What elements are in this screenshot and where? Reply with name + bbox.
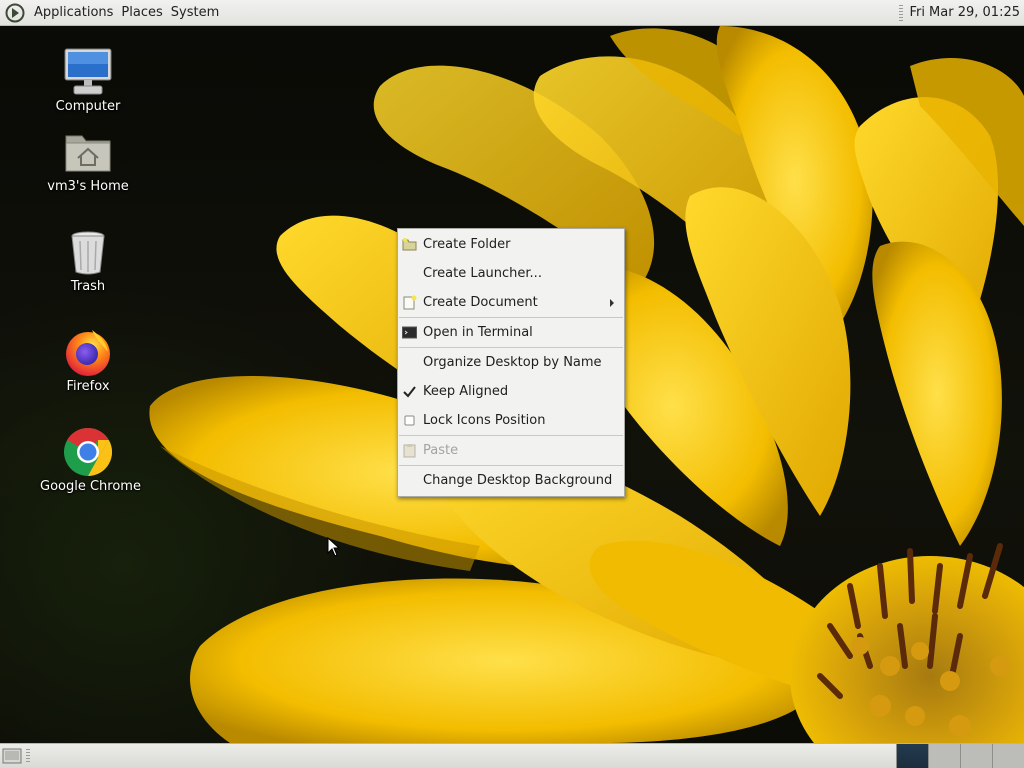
desktop-icon-google-chrome[interactable]: Google Chrome xyxy=(40,426,141,494)
trash-icon xyxy=(62,226,114,278)
menu-item-paste[interactable]: Paste xyxy=(398,436,624,465)
desktop-context-menu: Create Folder Create Launcher... Create … xyxy=(397,228,625,497)
menu-item-label: Create Document xyxy=(423,295,538,310)
menu-item-label: Change Desktop Background xyxy=(423,473,613,488)
workspace-2[interactable] xyxy=(928,744,960,768)
desktop-icon-computer[interactable]: Computer xyxy=(40,46,136,114)
document-new-icon xyxy=(403,295,417,310)
desktop-icon-trash[interactable]: Trash xyxy=(40,226,136,294)
applications-menu[interactable]: Applications xyxy=(30,5,117,20)
menu-item-label: Keep Aligned xyxy=(423,384,509,399)
mouse-cursor-icon xyxy=(327,537,341,557)
top-panel: Applications Places System Fri Mar 29, 0… xyxy=(0,0,1024,26)
workspace-3[interactable] xyxy=(960,744,992,768)
desktop-icon-firefox[interactable]: Firefox xyxy=(40,326,136,394)
desktop-icon-label: vm3's Home xyxy=(47,179,129,194)
desktop-icon-label: Google Chrome xyxy=(40,479,141,494)
menu-item-keep-aligned[interactable]: Keep Aligned xyxy=(398,377,624,406)
workspace-1[interactable] xyxy=(896,744,928,768)
menu-item-create-launcher[interactable]: Create Launcher... xyxy=(398,259,624,288)
chrome-icon xyxy=(62,426,114,478)
system-menu[interactable]: System xyxy=(167,5,223,20)
menu-item-open-in-terminal[interactable]: Open in Terminal xyxy=(398,318,624,347)
menu-item-label: Open in Terminal xyxy=(423,325,533,340)
menu-item-label: Lock Icons Position xyxy=(423,413,546,428)
paste-icon xyxy=(403,444,416,458)
submenu-arrow-icon xyxy=(610,299,614,307)
panel-drag-handle[interactable] xyxy=(26,749,30,763)
menu-item-label: Create Folder xyxy=(423,237,511,252)
workspace-switcher xyxy=(896,744,1024,768)
menu-item-lock-icons-position[interactable]: Lock Icons Position xyxy=(398,406,624,435)
places-menu[interactable]: Places xyxy=(117,5,166,20)
menu-item-label: Organize Desktop by Name xyxy=(423,355,602,370)
firefox-icon xyxy=(62,326,114,378)
menu-item-change-desktop-background[interactable]: Change Desktop Background xyxy=(398,466,624,495)
panel-drag-handle[interactable] xyxy=(899,4,904,21)
show-desktop-icon[interactable] xyxy=(2,747,22,765)
home-folder-icon xyxy=(62,126,114,178)
desktop-icon-label: Trash xyxy=(70,279,106,294)
computer-icon xyxy=(62,46,114,98)
clock[interactable]: Fri Mar 29, 01:25 xyxy=(909,5,1024,20)
checkbox-icon xyxy=(404,415,415,426)
desktop-icon-home[interactable]: vm3's Home xyxy=(40,126,136,194)
checkmark-icon xyxy=(403,386,416,398)
menu-item-label: Paste xyxy=(423,443,459,458)
menu-item-organize-desktop[interactable]: Organize Desktop by Name xyxy=(398,348,624,377)
distro-logo-icon[interactable] xyxy=(5,3,25,23)
menu-item-create-folder[interactable]: Create Folder xyxy=(398,230,624,259)
folder-new-icon xyxy=(402,238,417,251)
desktop-icon-label: Computer xyxy=(55,99,121,114)
terminal-icon xyxy=(402,326,417,339)
bottom-panel xyxy=(0,743,1024,768)
menu-item-label: Create Launcher... xyxy=(423,266,542,281)
workspace-4[interactable] xyxy=(992,744,1024,768)
desktop-icon-label: Firefox xyxy=(66,379,110,394)
menu-item-create-document[interactable]: Create Document xyxy=(398,288,624,317)
